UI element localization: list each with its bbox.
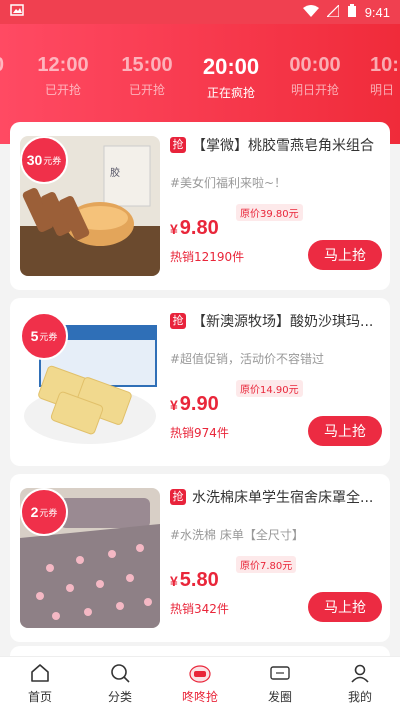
price-value: 5.80 <box>179 569 219 591</box>
tab-status: 明日 <box>370 83 395 97</box>
time-tab-1200[interactable]: 12:00 已开抢 <box>23 54 103 98</box>
user-icon <box>351 664 369 683</box>
wifi-icon <box>302 4 319 20</box>
buy-now-button[interactable]: 马上抢 <box>308 240 382 270</box>
buy-now-button[interactable]: 马上抢 <box>308 416 382 446</box>
currency-symbol: ¥ <box>170 221 178 237</box>
product-price: ¥9.80 <box>170 217 219 240</box>
gallery-notification-icon <box>10 4 24 20</box>
tab-dongdong[interactable]: 咚咚抢 <box>160 657 240 710</box>
product-price: ¥5.80 <box>170 569 219 592</box>
currency-symbol: ¥ <box>170 397 178 413</box>
time-tabs: 0 12:00 已开抢 15:00 已开抢 20:00 正在疯抢 00:00 明… <box>0 54 400 106</box>
time-tab-1000[interactable]: 10: 明日 <box>360 54 400 98</box>
tab-mine-label: 我的 <box>347 690 372 704</box>
tab-circle-label: 发圈 <box>267 690 292 704</box>
currency-symbol: ¥ <box>170 573 178 589</box>
tab-time: 12:00 <box>37 54 89 76</box>
tab-category[interactable]: 分类 <box>80 657 160 710</box>
product-tag: #超值促销，活动价不容错过 <box>170 352 325 366</box>
coupon-unit: 元券 <box>39 331 58 342</box>
price-value: 9.90 <box>179 393 219 415</box>
price-row: ¥5.80 原价7.80元 <box>170 556 297 592</box>
coupon-badge: 5 元券 <box>20 312 68 360</box>
tab-circle[interactable]: 发圈 <box>240 657 320 710</box>
qiang-badge: 抢 <box>170 313 186 329</box>
original-price: 原价7.80元 <box>236 556 297 573</box>
svg-text:胶: 胶 <box>110 166 120 179</box>
price-row: ¥9.90 原价14.90元 <box>170 380 303 416</box>
original-price: 原价14.90元 <box>236 380 303 397</box>
tab-time: 00:00 <box>289 54 341 76</box>
product-info: 抢 水洗棉床单学生宿舍床罩全... #水洗棉 床单【全尺寸】 ¥5.80 原价7… <box>170 486 382 634</box>
coupon-amount: 30 <box>26 152 43 168</box>
tab-status: 正在疯抢 <box>206 86 255 100</box>
qiang-badge: 抢 <box>170 137 186 153</box>
bottom-tab-bar: 首页 分类 咚咚抢 发圈 我的 <box>0 656 400 710</box>
product-image-sachima: 5 元券 <box>20 312 160 452</box>
time-tab-1500[interactable]: 15:00 已开抢 <box>107 54 187 98</box>
price-value: 9.80 <box>179 217 219 239</box>
product-image-peach-gum: 胶 30 元券 <box>20 136 160 276</box>
tab-time: 15:00 <box>121 54 173 76</box>
tab-time: 10: <box>370 54 399 76</box>
sold-count: 热销342件 <box>170 602 229 616</box>
product-price: ¥9.90 <box>170 393 219 416</box>
sold-count: 热销12190件 <box>170 250 245 264</box>
product-image-bedsheet: 2 元券 <box>20 488 160 628</box>
product-tag: #水洗棉 床单【全尺寸】 <box>170 528 304 542</box>
tab-status: 已开抢 <box>44 83 81 97</box>
product-title[interactable]: 【新澳源牧场】酸奶沙琪玛... <box>192 311 373 331</box>
tab-dongdong-label: 咚咚抢 <box>181 690 218 704</box>
coupon-amount: 5 <box>30 328 39 344</box>
product-info: 抢 【掌微】桃胶雪燕皂角米组合 #美女们福利来啦~！ ¥9.80 原价39.80… <box>170 134 382 282</box>
tab-category-label: 分类 <box>107 690 132 704</box>
search-icon <box>111 664 130 683</box>
qiang-badge: 抢 <box>170 489 186 505</box>
coupon-amount: 2 <box>30 504 39 520</box>
time-tab-0000[interactable]: 00:00 明日开抢 <box>275 54 355 98</box>
original-price: 原价39.80元 <box>236 204 303 221</box>
coupon-badge: 30 元券 <box>20 136 68 184</box>
coupon-unit: 元券 <box>39 507 58 518</box>
tab-status: 已开抢 <box>128 83 165 97</box>
share-circle-icon <box>270 666 290 680</box>
time-tab-2000[interactable]: 20:00 正在疯抢 <box>191 54 271 101</box>
product-card[interactable]: 5 元券 抢 【新澳源牧场】酸奶沙琪玛... #超值促销，活动价不容错过 ¥9.9… <box>10 298 390 466</box>
signal-icon <box>325 3 340 20</box>
status-time: 9:41 <box>364 4 390 20</box>
tab-status: 明日开抢 <box>290 83 339 97</box>
product-card[interactable]: 2 元券 抢 水洗棉床单学生宿舍床罩全... #水洗棉 床单【全尺寸】 ¥5.80… <box>10 474 390 642</box>
home-icon <box>31 664 49 682</box>
tab-time: 0 <box>0 54 8 77</box>
sold-count: 热销974件 <box>170 426 229 440</box>
flash-sale-icon <box>189 665 211 683</box>
product-card[interactable]: 胶 30元券 抢 【掌微】桃胶雪燕皂角米组合 #美女们福利来啦~！ ¥9.80 <box>10 122 390 290</box>
tab-home[interactable]: 首页 <box>0 657 80 710</box>
product-tag: #美女们福利来啦~！ <box>170 176 287 190</box>
tab-time: 20:00 <box>202 54 260 79</box>
price-row: ¥9.80 原价39.80元 <box>170 204 303 240</box>
time-tab-prev[interactable]: 0 <box>0 54 8 77</box>
battery-icon <box>347 3 357 21</box>
tab-home-label: 首页 <box>27 690 52 704</box>
tab-mine[interactable]: 我的 <box>320 657 400 710</box>
product-info: 抢 【新澳源牧场】酸奶沙琪玛... #超值促销，活动价不容错过 ¥9.90 原价… <box>170 310 382 458</box>
coupon-unit: 元券 <box>43 155 62 166</box>
buy-now-button[interactable]: 马上抢 <box>308 592 382 622</box>
product-title[interactable]: 水洗棉床单学生宿舍床罩全... <box>192 487 373 507</box>
coupon-badge: 2 元券 <box>20 488 68 536</box>
product-title[interactable]: 【掌微】桃胶雪燕皂角米组合 <box>192 135 374 155</box>
status-bar: 9:41 <box>0 0 400 24</box>
